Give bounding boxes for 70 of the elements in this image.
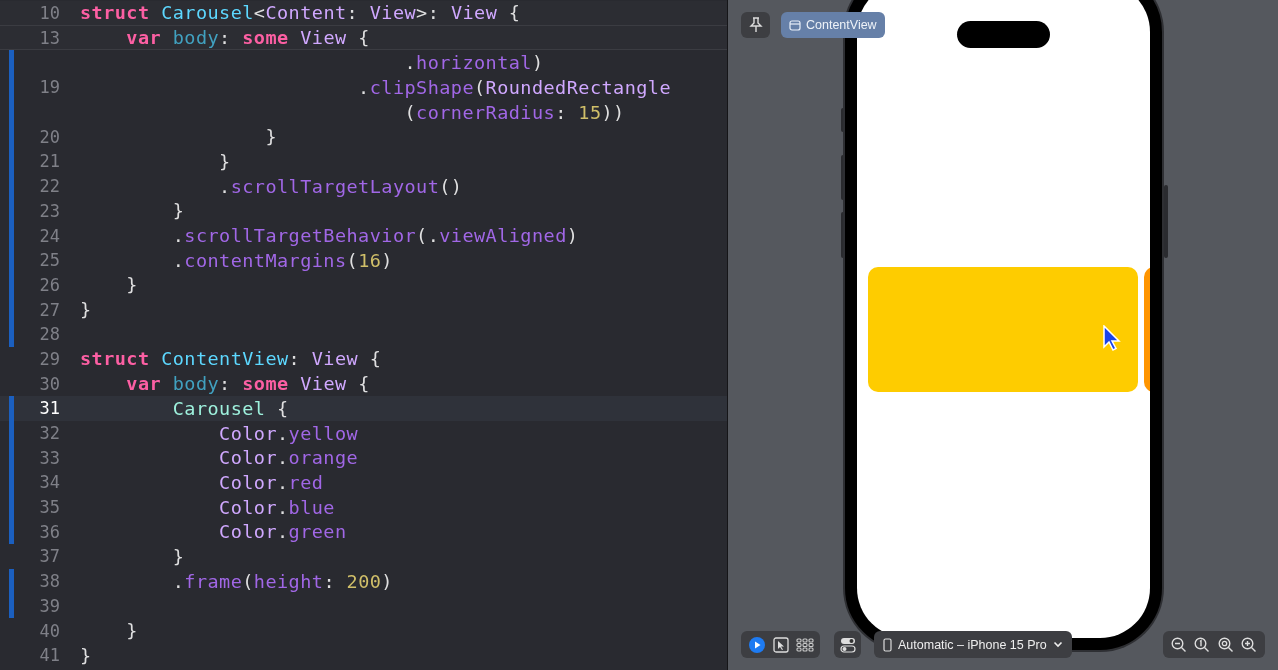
pointer-icon — [772, 636, 789, 653]
phone-icon — [883, 637, 892, 652]
line-number: 19 — [39, 77, 60, 98]
code-line: } — [125, 620, 138, 642]
code-line: .scrollTargetLayout() — [218, 175, 463, 197]
zoom-in-icon[interactable] — [1241, 636, 1258, 653]
chevron-down-icon — [1052, 641, 1063, 648]
code-line: var body: some View { — [125, 373, 370, 395]
zoom-out-icon[interactable] — [1170, 636, 1187, 653]
line-number: 30 — [39, 373, 60, 394]
code-line: struct Carousel<Content: View>: View { — [80, 2, 521, 24]
line-number: 35 — [39, 497, 60, 518]
code-line: } — [80, 644, 92, 666]
code-line: Carousel { — [171, 397, 289, 419]
code-line: Color.orange — [218, 447, 359, 469]
settings-button[interactable] — [834, 631, 861, 658]
mode-button[interactable] — [795, 637, 814, 652]
line-number: 34 — [39, 472, 60, 493]
line-number: 37 — [39, 546, 60, 567]
code-line: .contentMargins(16) — [171, 249, 393, 271]
line-number: 25 — [39, 250, 60, 271]
line-number: 38 — [39, 571, 60, 592]
code-line: } — [171, 545, 185, 567]
code-line: .clipShape(RoundedRectangle — [357, 76, 671, 98]
device-menu[interactable]: Automatic – iPhone 15 Pro — [874, 631, 1072, 658]
line-number: 39 — [39, 595, 60, 616]
code-line: } — [264, 126, 277, 148]
toggle-icon — [839, 636, 856, 653]
code-line: struct ContentView: View { — [80, 348, 382, 370]
code-line: (cornerRadius: 15)) — [403, 101, 625, 123]
line-number: 13 — [39, 27, 60, 48]
code-line: } — [171, 200, 185, 222]
code-line: .frame(height: 200) — [171, 570, 393, 592]
code-line: var body: some View { — [125, 27, 370, 49]
code-line: Color.red — [218, 471, 324, 493]
pin-icon — [748, 17, 763, 33]
mode-button[interactable] — [772, 636, 789, 653]
code-line: .horizontal) — [403, 52, 544, 74]
line-number: 21 — [39, 151, 60, 172]
line-number: 36 — [39, 521, 60, 542]
line-number: 41 — [39, 645, 60, 666]
pin-button[interactable] — [741, 12, 770, 38]
line-number: 29 — [39, 348, 60, 369]
code-line: } — [125, 274, 138, 296]
line-number: 40 — [39, 620, 60, 641]
cursor-icon — [1103, 325, 1121, 351]
line-number: 31 — [39, 398, 60, 419]
line-number: 32 — [39, 423, 60, 444]
zoom-fit-icon[interactable] — [1217, 636, 1234, 653]
line-number: 26 — [39, 274, 60, 295]
actual-size-icon[interactable] — [1194, 636, 1211, 653]
play-icon — [747, 635, 766, 654]
code-line: Color.yellow — [218, 422, 359, 444]
line-number: 22 — [39, 176, 60, 197]
line-number: 24 — [39, 225, 60, 246]
preview-tab[interactable]: ContentView — [781, 12, 885, 38]
line-number: 33 — [39, 447, 60, 468]
mode-button[interactable] — [747, 635, 766, 654]
code-line: } — [80, 299, 92, 321]
line-number: 20 — [39, 126, 60, 147]
line-number: 23 — [39, 200, 60, 221]
line-number: 28 — [39, 324, 60, 345]
grid-icon — [795, 637, 814, 652]
code-line: Color.green — [218, 521, 347, 543]
window-icon — [789, 19, 801, 31]
code-line: .scrollTargetBehavior(.viewAligned) — [171, 225, 579, 247]
code-line: } — [218, 150, 231, 172]
code-line: Color.blue — [218, 496, 335, 518]
line-number: 27 — [39, 299, 60, 320]
line-number: 10 — [39, 2, 60, 23]
